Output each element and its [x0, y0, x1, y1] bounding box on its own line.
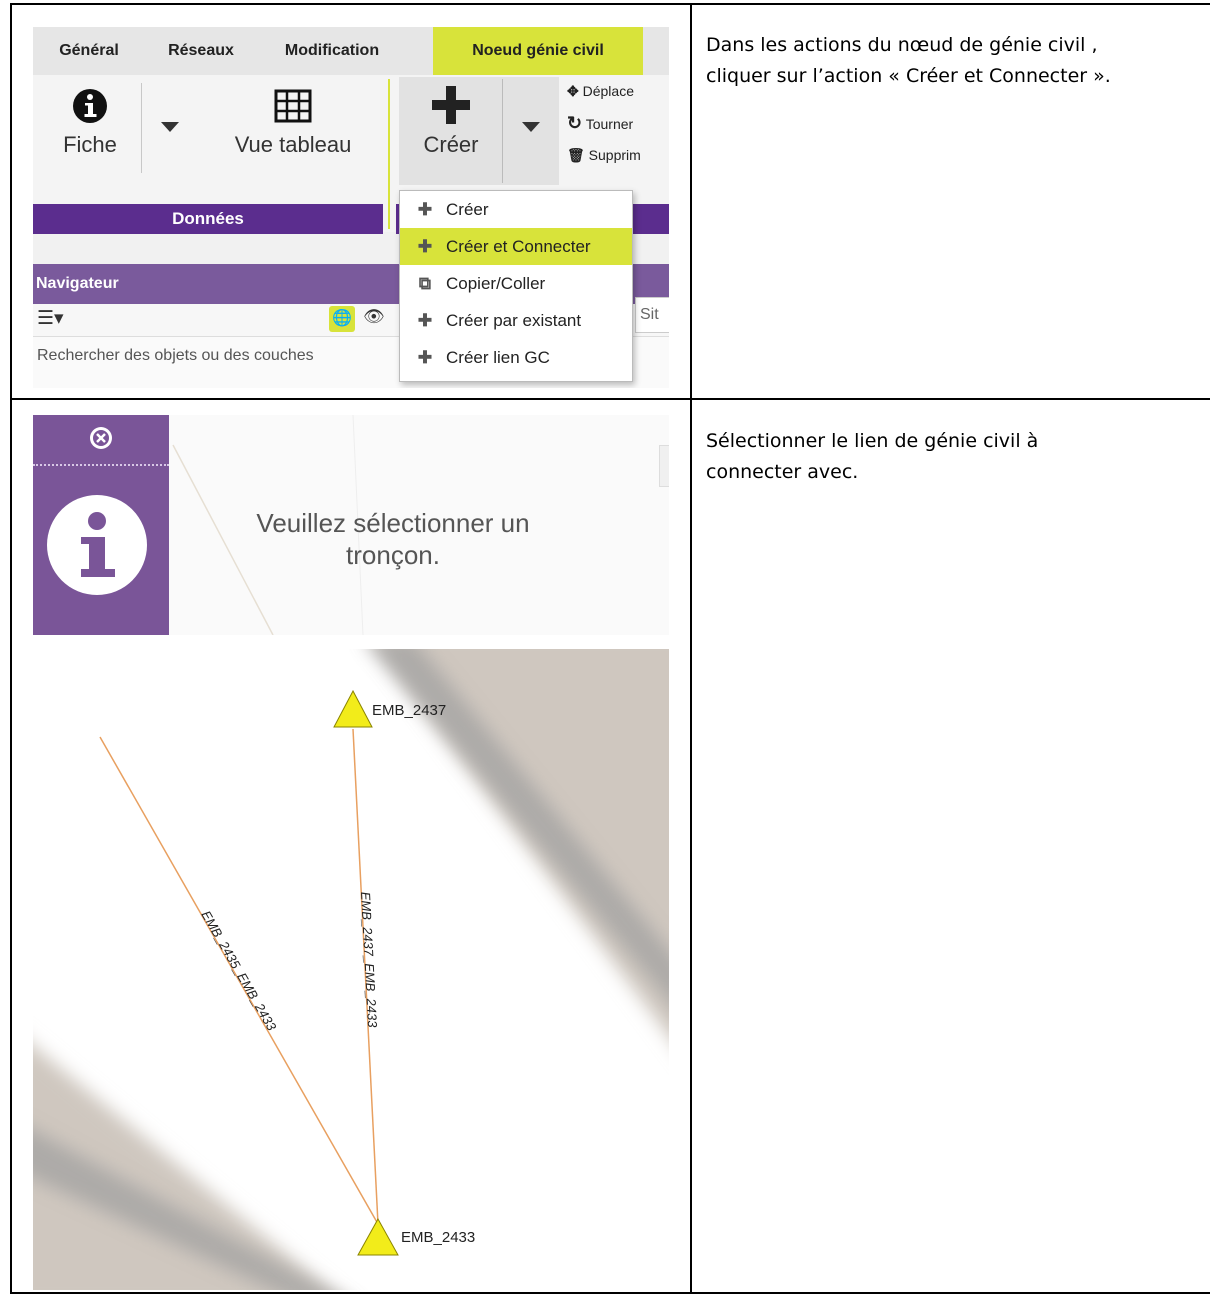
supprimer-action[interactable]: 🗑 Supprim [567, 139, 641, 171]
plus-icon: ✚ [417, 311, 433, 330]
info-message-line-1: Veuillez sélectionner un [256, 508, 530, 538]
table-border-bottom [10, 1292, 1210, 1294]
node-emb-2433-marker[interactable] [357, 1217, 399, 1256]
sit-text: Sit [640, 306, 659, 323]
ribbon-group-separator [388, 79, 390, 229]
instruction-1-line-2: cliquer sur l’action « Créer et Connecte… [706, 65, 1111, 87]
table-divider [690, 3, 692, 1294]
plus-icon: ✚ [417, 200, 433, 219]
chevron-down-icon[interactable] [159, 120, 181, 134]
fiche-button[interactable]: Fiche [47, 85, 133, 158]
vue-tableau-button[interactable]: Vue tableau [218, 85, 368, 158]
dropdown-item-label: Créer lien GC [446, 348, 550, 367]
creer-dropdown-menu: ✚ Créer ✚ Créer et Connecter ⧉ Copier/Colle… [399, 190, 633, 382]
rotate-icon: ↻ [567, 113, 583, 133]
table-border-top [10, 3, 1210, 5]
ribbon-screenshot: Général Réseaux Modification Noeud génie… [33, 27, 669, 388]
trash-icon: 🗑 [567, 147, 585, 163]
navigator-title: Navigateur [36, 275, 119, 292]
eye-icon[interactable]: 👁 [363, 307, 385, 327]
map-screenshot: EMB_2435_EMB_2433 EMB_2437_EMB_2433 EMB_… [33, 649, 669, 1290]
creer-button[interactable]: Créer [403, 83, 499, 158]
fiche-label: Fiche [63, 132, 117, 157]
supprimer-label: Supprim [588, 147, 641, 163]
tourner-label: Tourner [585, 116, 634, 132]
sit-input[interactable]: Sit [635, 297, 669, 333]
menu-icon[interactable]: ☰▾ [37, 307, 64, 330]
close-circle-icon[interactable] [88, 425, 114, 451]
node-label-emb-2437: EMB_2437 [372, 702, 446, 719]
tab-noeud-genie-civil[interactable]: Noeud génie civil [433, 27, 643, 75]
plus-icon: ✚ [417, 348, 433, 367]
dropdown-item-creer-par-existant[interactable]: ✚ Créer par existant [400, 302, 632, 339]
group-donnees: Données [33, 204, 383, 234]
table-border-left [10, 3, 12, 1294]
tab-reseaux[interactable]: Réseaux [145, 27, 257, 75]
copy-icon: ⧉ [418, 274, 432, 293]
tab-modification[interactable]: Modification [257, 27, 407, 75]
ribbon-side-actions: ✥ Déplace ↻ Tourner 🗑 Supprim [567, 75, 641, 171]
info-message-line-2: tronçon. [346, 540, 440, 570]
search-placeholder: Rechercher des objets ou des couches [37, 347, 314, 364]
dropdown-item-label: Créer et Connecter [446, 237, 591, 256]
tab-general[interactable]: Général [33, 27, 145, 75]
map-control-stub [659, 445, 669, 487]
plus-icon [432, 86, 470, 124]
instruction-text-2: Sélectionner le lien de génie civil à co… [706, 426, 1206, 488]
dropdown-item-label: Créer par existant [446, 311, 582, 330]
info-popup-screenshot: Veuillez sélectionner un tronçon. [33, 415, 669, 635]
deplacer-action[interactable]: ✥ Déplace [567, 75, 641, 107]
ribbon-tabbar: Général Réseaux Modification Noeud génie… [33, 27, 669, 76]
info-icon [73, 89, 107, 123]
instruction-2-line-2: connecter avec. [706, 461, 859, 483]
globe-icon[interactable]: 🌐 [329, 306, 355, 332]
table-border-middle [10, 398, 1210, 400]
plus-icon: ✚ [417, 237, 433, 256]
link-label-emb-2437-emb-2433: EMB_2437_EMB_2433 [358, 891, 380, 1028]
instruction-text-1: Dans les actions du nœud de génie civil … [706, 30, 1206, 92]
creer-split-separator [502, 79, 503, 183]
dropdown-item-label: Créer [446, 200, 489, 219]
creer-label: Créer [423, 132, 479, 157]
instruction-1-line-1: Dans les actions du nœud de génie civil … [706, 34, 1098, 56]
table-grid-icon [274, 89, 312, 123]
vue-tableau-label: Vue tableau [234, 132, 352, 157]
panel-divider [33, 464, 169, 466]
link-label-emb-2435-emb-2433: EMB_2435_EMB_2433 [198, 908, 279, 1034]
node-emb-2437-marker[interactable] [333, 689, 373, 728]
ribbon-separator [141, 83, 142, 173]
info-message: Veuillez sélectionner un tronçon. [183, 507, 603, 571]
node-label-emb-2433: EMB_2433 [401, 1229, 475, 1246]
map-canvas: EMB_2435_EMB_2433 EMB_2437_EMB_2433 EMB_… [33, 649, 669, 1290]
deplacer-label: Déplace [582, 83, 634, 99]
dropdown-item-creer-lien-gc[interactable]: ✚ Créer lien GC [400, 339, 632, 376]
tourner-action[interactable]: ↻ Tourner [567, 107, 641, 139]
info-side-panel [33, 415, 169, 635]
dropdown-item-creer-et-connecter[interactable]: ✚ Créer et Connecter [400, 228, 632, 265]
dropdown-item-creer[interactable]: ✚ Créer [400, 191, 632, 228]
instruction-2-line-1: Sélectionner le lien de génie civil à [706, 430, 1039, 452]
dropdown-item-label: Copier/Coller [446, 274, 546, 293]
info-icon [47, 495, 147, 595]
move-icon: ✥ [567, 83, 579, 99]
creer-chevron-down-icon[interactable] [520, 120, 542, 134]
dropdown-item-copier-coller[interactable]: ⧉ Copier/Coller [400, 265, 632, 302]
